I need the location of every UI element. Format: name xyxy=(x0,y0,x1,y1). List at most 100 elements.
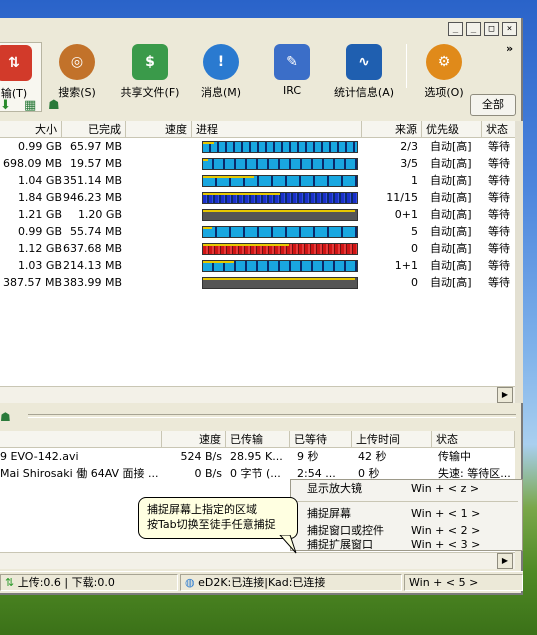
menu-item-capture-window[interactable]: 捕捉窗口或控件 Win + < 2 > xyxy=(291,522,522,539)
toolbar-options[interactable]: ⚙ 选项(O) xyxy=(418,42,470,112)
download-row[interactable]: 387.57 MB 383.99 MB 0 自动[高] 等待 xyxy=(0,274,515,291)
menu-item-magnifier[interactable]: 显示放大镜 Win + < z > xyxy=(291,480,522,497)
download-speed xyxy=(126,155,188,172)
ul-col-transferred[interactable]: 已传输 xyxy=(226,431,290,448)
transfer-arrows-icon: ⇅ xyxy=(5,576,15,589)
download-status: 等待 xyxy=(488,191,510,204)
col-speed[interactable]: 速度 xyxy=(126,121,192,138)
toolbar-shared-files[interactable]: $ 共享文件(F) xyxy=(114,42,186,112)
download-priority: 自动[高] xyxy=(430,208,472,221)
progress-bar xyxy=(202,209,358,221)
toolbar-irc[interactable]: ✎ IRC xyxy=(270,42,314,112)
col-progress[interactable]: 进程 xyxy=(192,121,362,138)
ul-col-waited[interactable]: 已等待 xyxy=(290,431,352,448)
category-icon[interactable]: ▦ xyxy=(24,98,36,113)
progress-fill xyxy=(203,244,290,246)
progress-bar xyxy=(202,226,358,238)
download-speed xyxy=(126,257,188,274)
scroll-right-icon[interactable]: ▶ xyxy=(497,553,513,569)
tooltip-line-2: 按Tab切换至徒手任意捕捉 xyxy=(147,518,276,531)
close-button[interactable]: × xyxy=(502,22,517,36)
download-row[interactable]: 0.99 GB 55.74 MB 5 自动[高] 等待 xyxy=(0,223,515,240)
col-priority[interactable]: 优先级 xyxy=(422,121,482,138)
menu-item-shortcut: Win + < 1 > xyxy=(411,507,481,520)
download-size: 1.12 GB xyxy=(17,242,62,255)
toolbar-statistics[interactable]: ∿ 统计信息(A) xyxy=(330,42,398,112)
download-done: 19.57 MB xyxy=(69,157,122,170)
progress-fill xyxy=(203,193,280,195)
toolbar-separator xyxy=(406,44,407,88)
ul-col-status[interactable]: 状态 xyxy=(432,431,515,448)
download-sources: 1 xyxy=(411,174,418,187)
status-bar: ⇅ 上传:0.6 | 下载:0.0 ◍ eD2K:已连接|Kad:已连接 Win… xyxy=(0,571,523,591)
download-list: 0.99 GB 65.97 MB 2/3 自动[高] 等待 698.09 MB 19.57 … xyxy=(0,138,515,386)
scroll-right-icon[interactable]: ▶ xyxy=(497,387,513,403)
menu-item-label: 捕捉扩展窗口 xyxy=(307,539,373,551)
minimize-button[interactable]: _ xyxy=(466,22,481,36)
download-row[interactable]: 1.04 GB 351.14 MB 1 自动[高] 等待 xyxy=(0,172,515,189)
download-priority: 自动[高] xyxy=(430,191,472,204)
download-done: 637.68 MB xyxy=(62,242,122,255)
menu-item-label: 捕捉窗口或控件 xyxy=(307,524,384,537)
upload-name: Mai Shirosaki 働 64AV 面接 ... xyxy=(0,467,159,480)
maximize-button[interactable]: □ xyxy=(484,22,499,36)
menu-item-capture-extended[interactable]: 捕捉扩展窗口 Win + < 3 > xyxy=(291,539,522,551)
upload-hscroll[interactable]: ▶ xyxy=(0,552,515,569)
download-sources: 11/15 xyxy=(386,191,418,204)
download-speed xyxy=(126,138,188,155)
col-sources[interactable]: 来源 xyxy=(362,121,422,138)
download-status: 等待 xyxy=(488,259,510,272)
download-done: 214.13 MB xyxy=(62,259,122,272)
messages-icon: ! xyxy=(203,44,239,80)
upload-row[interactable]: 9 EVO-142.avi 524 B/s 28.95 K... 9 秒 42 … xyxy=(0,448,515,465)
progress-bar xyxy=(202,243,358,255)
download-row[interactable]: 1.21 GB 1.20 GB 0+1 自动[高] 等待 xyxy=(0,206,515,223)
download-row[interactable]: 0.99 GB 65.97 MB 2/3 自动[高] 等待 xyxy=(0,138,515,155)
ul-col-speed[interactable]: 速度 xyxy=(162,431,226,448)
progress-fill xyxy=(203,159,208,161)
menu-item-label: 显示放大镜 xyxy=(307,482,362,495)
progress-bar xyxy=(202,277,358,289)
download-row[interactable]: 698.09 MB 19.57 MB 3/5 自动[高] 等待 xyxy=(0,155,515,172)
progress-bar xyxy=(202,260,358,272)
download-row[interactable]: 1.12 GB 637.68 MB 0 自动[高] 等待 xyxy=(0,240,515,257)
download-arrow-icon[interactable]: ⬇ xyxy=(0,98,11,113)
download-done: 1.20 GB xyxy=(77,208,122,221)
download-status: 等待 xyxy=(488,174,510,187)
toolbar-chevron[interactable]: » xyxy=(506,42,513,55)
search-icon: ◎ xyxy=(59,44,95,80)
download-done: 55.74 MB xyxy=(69,225,122,238)
users-icon[interactable]: ☗ xyxy=(48,98,60,113)
download-row[interactable]: 1.03 GB 214.13 MB 1+1 自动[高] 等待 xyxy=(0,257,515,274)
download-size: 1.84 GB xyxy=(17,191,62,204)
upload-time: 42 秒 xyxy=(358,450,387,463)
menu-item-capture-screen[interactable]: 捕捉屏幕 Win + < 1 > xyxy=(291,505,522,522)
download-hscroll[interactable]: ▶ xyxy=(0,386,515,403)
download-done: 946.23 MB xyxy=(62,191,122,204)
upload-users-icon[interactable]: ☗ xyxy=(0,410,11,424)
toolbar-shared-label: 共享文件(F) xyxy=(120,86,180,99)
network-globe-icon: ◍ xyxy=(185,576,195,589)
download-sources: 2/3 xyxy=(400,140,418,153)
menu-item-label: 捕捉屏幕 xyxy=(307,507,351,520)
upload-list-header: 速度 已传输 已等待 上传时间 状态 xyxy=(0,431,515,448)
restore-button[interactable]: _ xyxy=(448,22,463,36)
pane-splitter[interactable] xyxy=(28,414,516,418)
upload-name: 9 EVO-142.avi xyxy=(0,450,79,463)
col-done[interactable]: 已完成 xyxy=(62,121,126,138)
download-priority: 自动[高] xyxy=(430,259,472,272)
ul-col-name[interactable] xyxy=(0,431,162,448)
ul-col-upload-time[interactable]: 上传时间 xyxy=(352,431,432,448)
menu-item-shortcut: Win + < 3 > xyxy=(411,539,481,551)
download-status: 等待 xyxy=(488,225,510,238)
progress-bar xyxy=(202,141,358,153)
download-row[interactable]: 1.84 GB 946.23 MB 11/15 自动[高] 等待 xyxy=(0,189,515,206)
toolbar-messages[interactable]: ! 消息(M) xyxy=(196,42,246,112)
transfer-status-text: 上传:0.6 | 下载:0.0 xyxy=(17,576,115,589)
download-status: 等待 xyxy=(488,140,510,153)
download-scrollbar[interactable] xyxy=(515,121,523,403)
col-size[interactable]: 大小 xyxy=(0,121,62,138)
network-status-text: eD2K:已连接|Kad:已连接 xyxy=(198,576,326,589)
network-status: ◍ eD2K:已连接|Kad:已连接 xyxy=(180,574,402,591)
all-button[interactable]: 全部 xyxy=(470,94,516,116)
